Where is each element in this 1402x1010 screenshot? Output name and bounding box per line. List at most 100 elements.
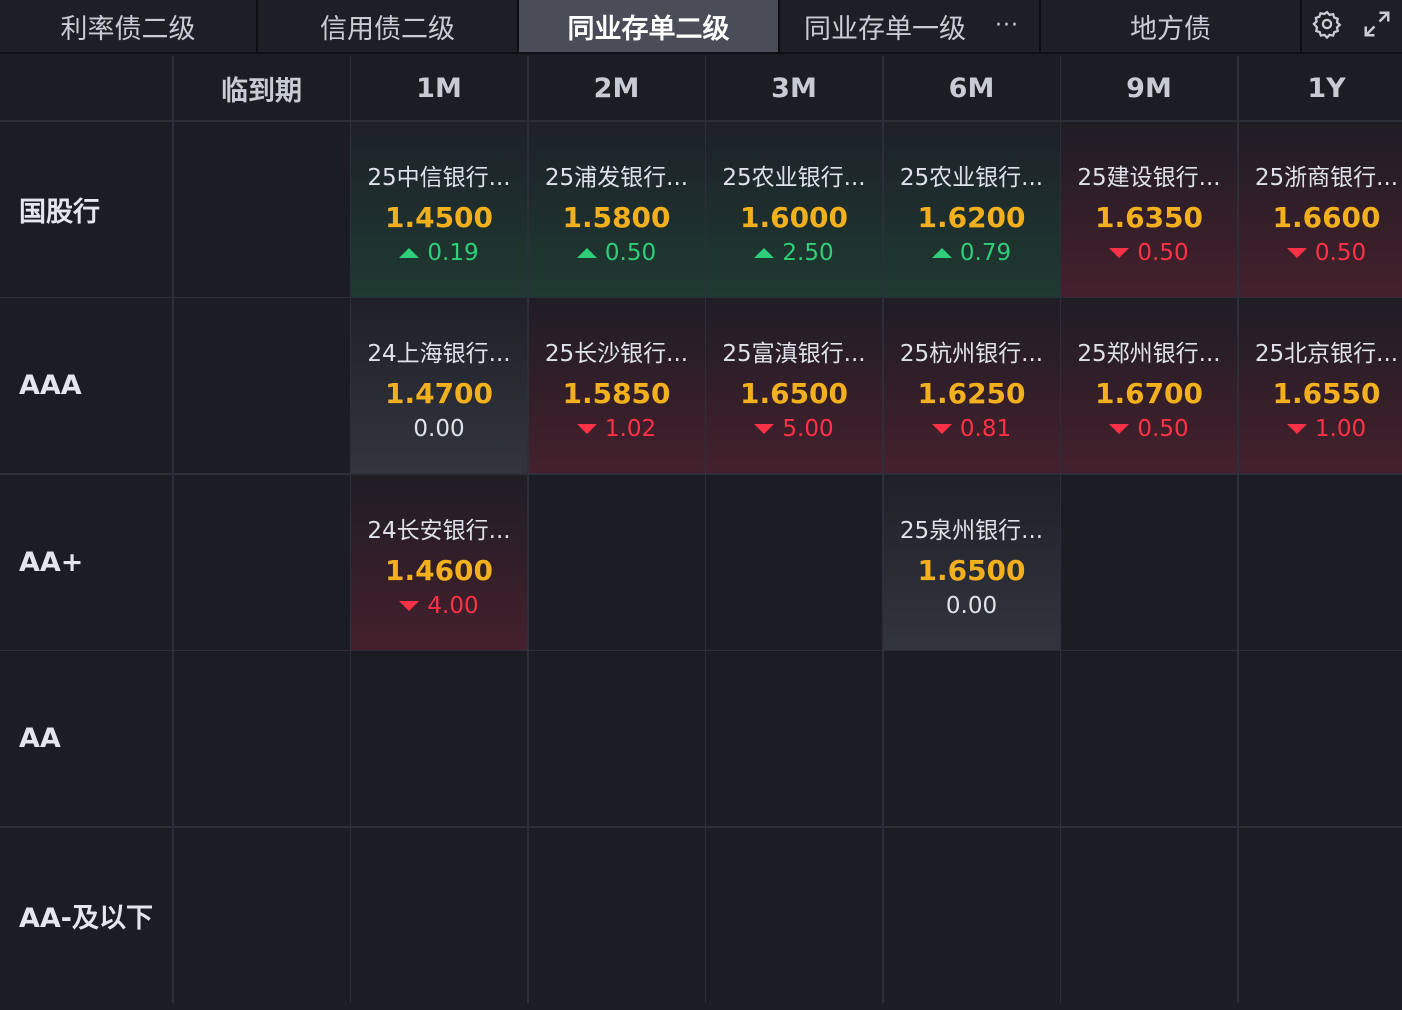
empty-cell <box>173 474 350 650</box>
arrow-down-icon <box>1109 424 1130 434</box>
change-indicator: 2.50 <box>754 239 834 266</box>
bond-name: 25长沙银行... <box>544 341 689 367</box>
quote-cell[interactable]: 25郑州银行... 1.6700 0.50 <box>1061 298 1237 473</box>
change-value: 5.00 <box>782 416 834 442</box>
col-header-6m: 6M <box>883 56 1060 120</box>
yield-value: 1.6500 <box>739 377 849 410</box>
bond-name: 25富滇银行... <box>722 341 866 367</box>
change-value: 2.50 <box>782 239 834 266</box>
empty-cell <box>706 474 882 650</box>
tab-rate-bond-secondary[interactable]: 利率债二级 <box>0 0 258 54</box>
change-indicator: 0.81 <box>931 416 1012 442</box>
quote-cell[interactable]: 25北京银行... 1.6550 1.00 <box>1238 298 1402 473</box>
bond-name: 25浦发银行... <box>544 164 689 191</box>
arrow-down-icon <box>1286 247 1307 258</box>
empty-cell <box>173 121 350 297</box>
arrow-up-icon <box>931 247 952 258</box>
bond-name: 24上海银行... <box>367 341 511 367</box>
yield-value: 1.6000 <box>739 200 849 234</box>
col-header-9m: 9M <box>1061 56 1237 120</box>
row-header: AA-及以下 <box>0 827 172 1003</box>
bond-name: 24长安银行... <box>367 517 511 544</box>
expand-icon[interactable] <box>1362 9 1392 43</box>
change-indicator: 1.02 <box>576 416 656 442</box>
tab-local-gov-bond[interactable]: 地方债 <box>1041 0 1302 54</box>
change-indicator: 0.50 <box>1109 416 1189 442</box>
change-value: 0.81 <box>959 416 1012 442</box>
empty-cell <box>1238 827 1402 1003</box>
tab-bar: 利率债二级 信用债二级 同业存单二级 同业存单一级 ··· 地方债 <box>0 0 1402 54</box>
bond-name: 25建设银行... <box>1077 164 1221 191</box>
tab-ncd-primary[interactable]: 同业存单一级 ··· <box>780 0 1041 54</box>
quote-cell[interactable]: 25浦发银行... 1.5800 0.50 <box>528 121 705 297</box>
yield-value: 1.4700 <box>384 377 494 410</box>
yield-value: 1.4600 <box>384 553 494 587</box>
arrow-up-icon <box>399 247 420 258</box>
quote-cell[interactable]: 24长安银行... 1.4600 4.00 <box>351 474 527 650</box>
empty-cell <box>173 651 350 826</box>
tab-label: 地方债 <box>1130 13 1211 45</box>
tab-label: 信用债二级 <box>320 13 455 45</box>
arrow-down-icon <box>1286 424 1307 434</box>
yield-value: 1.6200 <box>917 200 1026 234</box>
quote-cell[interactable]: 25农业银行... 1.6000 2.50 <box>706 121 882 297</box>
change-value: 0.79 <box>959 239 1012 266</box>
bond-name: 25泉州银行... <box>899 517 1044 544</box>
change-indicator: 0.50 <box>1286 240 1366 266</box>
yield-value: 1.5800 <box>562 200 671 234</box>
empty-cell <box>706 651 882 826</box>
col-header-1y: 1Y <box>1238 56 1402 120</box>
change-indicator: 0.00 <box>413 416 464 442</box>
arrow-down-icon <box>754 424 775 434</box>
change-indicator: 0.50 <box>576 239 657 266</box>
quote-cell[interactable]: 25杭州银行... 1.6250 0.81 <box>883 298 1060 473</box>
more-icon[interactable]: ··· <box>995 13 1019 38</box>
yield-value: 1.5850 <box>562 377 671 410</box>
empty-cell <box>1061 651 1237 826</box>
empty-cell <box>173 827 350 1003</box>
quote-cell[interactable]: 25长沙银行... 1.5850 1.02 <box>528 298 705 473</box>
tab-label: 利率债二级 <box>60 13 196 45</box>
quote-cell[interactable]: 25富滇银行... 1.6500 5.00 <box>706 298 882 473</box>
empty-cell <box>883 827 1060 1003</box>
col-header-2m: 2M <box>528 56 705 120</box>
bond-name: 25杭州银行... <box>899 341 1044 367</box>
yield-value: 1.6250 <box>917 377 1026 410</box>
tab-label: 同业存单一级 <box>804 13 966 45</box>
arrow-down-icon <box>399 600 420 611</box>
bond-name: 25郑州银行... <box>1077 341 1221 367</box>
arrow-down-icon <box>931 424 952 434</box>
change-value: 4.00 <box>427 592 479 619</box>
quote-cell[interactable]: 25建设银行... 1.6350 0.50 <box>1061 121 1237 297</box>
arrow-up-icon <box>576 247 597 258</box>
change-value: 0.50 <box>1137 239 1189 266</box>
col-header-maturing: 临到期 <box>173 56 350 120</box>
quote-cell[interactable]: 24上海银行... 1.4700 0.00 <box>351 298 527 473</box>
change-value: 0.50 <box>604 239 657 266</box>
bond-name: 25中信银行... <box>367 164 511 191</box>
toolbar <box>1302 0 1402 54</box>
yield-value: 1.6600 <box>1272 200 1381 234</box>
quote-cell[interactable]: 25中信银行... 1.4500 0.19 <box>351 121 527 297</box>
change-value: 0.00 <box>945 592 998 619</box>
row-header: AAA <box>0 298 172 473</box>
quote-cell[interactable]: 25浙商银行... 1.6600 0.50 <box>1238 121 1402 297</box>
row-header: AA <box>0 651 172 826</box>
arrow-up-icon <box>754 247 775 258</box>
quote-cell[interactable]: 25农业银行... 1.6200 0.79 <box>883 121 1060 297</box>
quote-cell[interactable]: 25泉州银行... 1.6500 0.00 <box>883 474 1060 650</box>
empty-cell <box>1238 474 1402 650</box>
change-indicator: 0.00 <box>946 593 997 619</box>
change-value: 1.00 <box>1314 416 1367 442</box>
arrow-down-icon <box>1109 247 1130 258</box>
gear-icon[interactable] <box>1312 9 1342 43</box>
tab-credit-bond-secondary[interactable]: 信用债二级 <box>258 0 519 54</box>
yield-value: 1.6550 <box>1272 377 1381 410</box>
empty-cell <box>706 827 882 1003</box>
empty-cell <box>1238 651 1402 826</box>
empty-cell <box>1061 827 1237 1003</box>
corner-cell <box>0 56 172 120</box>
tab-ncd-secondary[interactable]: 同业存单二级 <box>519 0 780 54</box>
bond-name: 25农业银行... <box>899 164 1044 191</box>
change-indicator: 0.79 <box>931 239 1012 266</box>
